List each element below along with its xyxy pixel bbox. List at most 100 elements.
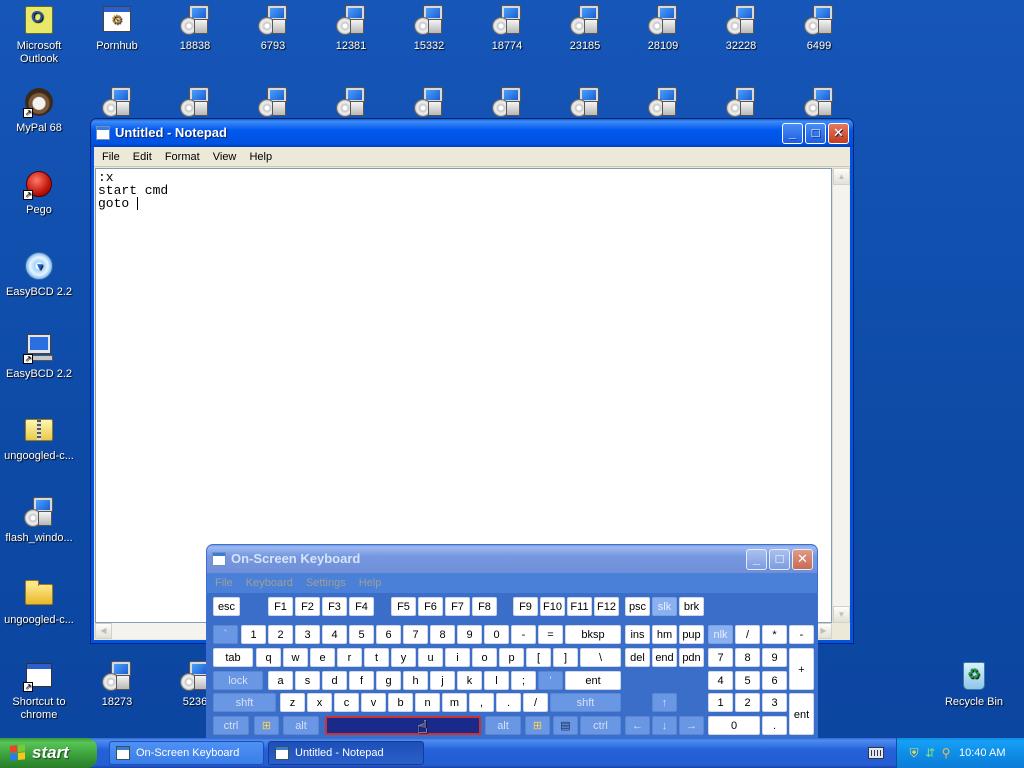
key-num-15[interactable]: hm [652,625,677,644]
on-screen-keyboard-window[interactable]: On-Screen Keyboard _ □ ✕ File Keyboard S… [206,544,818,739]
key-shift-4[interactable]: v [361,693,386,712]
numpad-plus-key[interactable]: + [789,648,814,690]
desktop-icon-installer[interactable]: 12381 [312,4,390,53]
desktop-icon-installer-obscured[interactable] [546,86,624,122]
desktop-icon-installer[interactable]: 32228 [702,4,780,53]
desktop-icon-app[interactable]: Pornhub [78,4,156,53]
key-num-8[interactable]: 8 [430,625,455,644]
key-tab-16[interactable]: pdn [679,648,704,667]
key-fn-8[interactable]: F8 [472,597,497,616]
key-tab-13[interactable]: \ [580,648,621,667]
scroll-left-button[interactable]: ◀ [95,623,112,639]
menu-file[interactable]: File [210,573,238,593]
desktop-icon-installer[interactable]: 23185 [546,4,624,53]
key-fn-14[interactable]: slk [652,597,677,616]
key-tab-11[interactable]: [ [526,648,551,667]
osk-titlebar[interactable]: On-Screen Keyboard _ □ ✕ [207,545,817,573]
key-bottom-12[interactable]: . [762,716,787,735]
key-tab-9[interactable]: o [472,648,497,667]
minimize-button[interactable]: _ [746,549,767,570]
key-home-3[interactable]: d [322,671,347,690]
key-bottom-0[interactable]: ctrl [213,716,249,735]
key-home-12[interactable]: ent [565,671,621,690]
key-shift-0[interactable]: shft [213,693,276,712]
clock[interactable]: 10:40 AM [959,738,1005,768]
key-home-4[interactable]: f [349,671,374,690]
key-num-3[interactable]: 3 [295,625,320,644]
key-fn-11[interactable]: F11 [567,597,592,616]
key-tab-12[interactable]: ] [553,648,578,667]
key-shift-7[interactable]: m [442,693,467,712]
taskbar-button-osk[interactable]: On-Screen Keyboard [109,741,264,765]
key-home-10[interactable]: ; [511,671,536,690]
key-shift-14[interactable]: 2 [735,693,760,712]
key-num-12[interactable]: = [538,625,563,644]
key-shift-15[interactable]: 3 [762,693,787,712]
desktop-icon-folder[interactable]: ungoogled-c... [0,578,78,627]
key-tab-5[interactable]: t [364,648,389,667]
key-fn-5[interactable]: F5 [391,597,416,616]
key-fn-1[interactable]: F1 [268,597,293,616]
key-fn-3[interactable]: F3 [322,597,347,616]
desktop-icon-installer[interactable]: 28109 [624,4,702,53]
close-button[interactable]: ✕ [792,549,813,570]
key-num-13[interactable]: bksp [565,625,621,644]
key-tab-7[interactable]: u [418,648,443,667]
key-shift-11[interactable]: shft [550,693,621,712]
menu-format[interactable]: Format [160,147,205,167]
key-shift-8[interactable]: , [469,693,494,712]
menu-settings[interactable]: Settings [301,573,351,593]
desktop-icon-installer-obscured[interactable] [234,86,312,122]
key-home-11[interactable]: ' [538,671,563,690]
desktop-icon-installer[interactable]: 18838 [156,4,234,53]
key-home-14[interactable]: 5 [735,671,760,690]
key-num-16[interactable]: pup [679,625,704,644]
key-shift-3[interactable]: c [334,693,359,712]
scroll-down-button[interactable]: ▼ [833,606,850,623]
desktop-icon-chrome-shortcut[interactable]: ↗ Shortcut to chrome [0,660,78,722]
key-shift-1[interactable]: z [280,693,305,712]
scroll-up-button[interactable]: ▲ [833,168,850,185]
minimize-button[interactable]: _ [782,123,803,144]
key-shift-12[interactable]: ↑ [652,693,677,712]
key-fn-2[interactable]: F2 [295,597,320,616]
key-bottom-10[interactable]: → [679,716,704,735]
key-fn-6[interactable]: F6 [418,597,443,616]
desktop-icon-outlook[interactable]: Microsoft Outlook [0,4,78,66]
vertical-scrollbar[interactable]: ▲ ▼ [832,168,850,623]
desktop-icon-installer[interactable]: 15332 [390,4,468,53]
key-num-0[interactable]: ` [213,625,238,644]
key-num-11[interactable]: - [511,625,536,644]
desktop-icon-installer-obscured[interactable] [624,86,702,122]
key-num-10[interactable]: 0 [484,625,509,644]
key-fn-10[interactable]: F10 [540,597,565,616]
key-num-18[interactable]: / [735,625,760,644]
key-num-20[interactable]: - [789,625,814,644]
key-tab-15[interactable]: end [652,648,677,667]
key-num-17[interactable]: nlk [708,625,733,644]
key-bottom-8[interactable]: ← [625,716,650,735]
key-num-19[interactable]: * [762,625,787,644]
key-bottom-4[interactable]: alt [485,716,521,735]
key-bottom-2[interactable]: alt [283,716,319,735]
key-tab-17[interactable]: 7 [708,648,733,667]
key-tab-18[interactable]: 8 [735,648,760,667]
maximize-button[interactable]: □ [805,123,826,144]
close-button[interactable]: ✕ [828,123,849,144]
menu-view[interactable]: View [208,147,242,167]
desktop-icon-mypal[interactable]: ↗ MyPal 68 [0,86,78,135]
key-home-8[interactable]: k [457,671,482,690]
desktop-icon-installer[interactable]: 6793 [234,4,312,53]
key-fn-13[interactable]: psc [625,597,650,616]
taskbar-button-notepad[interactable]: Untitled - Notepad [268,741,424,765]
key-num-6[interactable]: 6 [376,625,401,644]
key-home-7[interactable]: j [430,671,455,690]
key-home-1[interactable]: a [268,671,293,690]
key-shift-9[interactable]: . [496,693,521,712]
key-shift-2[interactable]: x [307,693,332,712]
desktop-icon-installer-obscured[interactable] [702,86,780,122]
key-tab-14[interactable]: del [625,648,650,667]
key-num-5[interactable]: 5 [349,625,374,644]
key-home-13[interactable]: 4 [708,671,733,690]
start-button[interactable]: start [0,738,97,768]
